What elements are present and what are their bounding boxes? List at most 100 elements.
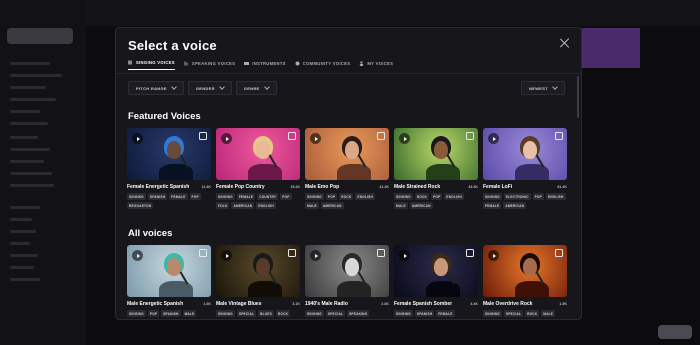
portrait-face — [167, 258, 181, 276]
voice-card[interactable]: Male Strained Rock 43.3K SINGING ROCK POP ENG… — [394, 128, 478, 209]
voice-tag: SINGING — [305, 193, 324, 200]
voice-name-row: Female Spanish Somber 4.4K — [394, 301, 478, 307]
filter-label: PITCH RANGE — [136, 85, 167, 91]
usage-count: 81.4K — [557, 185, 567, 189]
voice-tag: MALE — [305, 202, 319, 209]
tab-label: COMMUNITY VOICES — [302, 60, 351, 66]
background-button[interactable] — [658, 325, 692, 339]
voice-tag: SPANISH — [147, 193, 168, 200]
tab-my-voices[interactable]: MY VOICES — [359, 60, 393, 70]
select-checkbox[interactable] — [288, 132, 296, 140]
play-icon[interactable] — [399, 133, 410, 144]
portrait-face — [345, 141, 359, 159]
voice-tag: POP — [431, 193, 443, 200]
voice-card[interactable]: Female LoFi 81.4K SINGING ELECTRONIC POP ENGL… — [483, 128, 567, 209]
voice-tag: ROCK — [339, 193, 354, 200]
genre-dropdown[interactable]: GENRE — [235, 81, 277, 95]
voice-thumbnail — [305, 128, 389, 180]
filter-bar: PITCH RANGE GENDER GENRE — [128, 81, 277, 95]
app-top-bar — [86, 0, 700, 26]
tab-speaking-voices[interactable]: SPEAKING VOICES — [184, 60, 235, 70]
voice-tabs: SINGING VOICES SPEAKING VOICES INSTRUMEN… — [128, 60, 393, 70]
select-checkbox[interactable] — [466, 132, 474, 140]
voice-thumbnail — [394, 128, 478, 180]
voice-name: Female Energetic Spanish — [127, 184, 190, 190]
play-icon[interactable] — [221, 133, 232, 144]
voice-card[interactable]: Male Vintage Blues 3.1K SINGING SPECIAL BLUE… — [216, 245, 300, 317]
voice-name: Male Vintage Blues — [216, 301, 262, 307]
play-icon[interactable] — [310, 133, 321, 144]
usage-count: 1.6K — [203, 302, 211, 306]
voice-name-row: Female LoFi 81.4K — [483, 184, 567, 190]
voice-card[interactable]: Male Energetic Spanish 1.6K SINGING POP SPAN… — [127, 245, 211, 317]
filter-label: GENDER — [195, 85, 215, 91]
play-icon[interactable] — [132, 250, 143, 261]
select-checkbox[interactable] — [199, 132, 207, 140]
voice-tag: POP — [147, 310, 160, 317]
close-icon[interactable] — [559, 37, 571, 49]
tag-list: SINGING POP SPANISH MALE — [127, 310, 211, 317]
voice-name: Male Emo Pop — [305, 184, 340, 190]
voice-tag: SPANISH — [414, 310, 435, 317]
voice-thumbnail — [127, 245, 211, 297]
voice-tag: COUNTRY — [257, 193, 279, 200]
voice-card[interactable]: Female Pop Country 19.2K SINGING FEMALE COUN… — [216, 128, 300, 209]
voice-thumbnail — [305, 245, 389, 297]
voice-card[interactable]: Female Energetic Spanish 11.4K SINGING SPAN… — [127, 128, 211, 209]
pitch-range-dropdown[interactable]: PITCH RANGE — [128, 81, 184, 95]
voice-tag: REGGAETON — [127, 202, 154, 209]
tab-singing-voices[interactable]: SINGING VOICES — [128, 60, 175, 70]
select-checkbox[interactable] — [377, 132, 385, 140]
select-checkbox[interactable] — [555, 249, 563, 257]
voice-tag: ELECTRONIC — [503, 193, 531, 200]
portrait-face — [434, 141, 448, 159]
voice-tag: SINGING — [394, 310, 413, 317]
voice-tag: POP — [325, 193, 338, 200]
tab-label: INSTRUMENTS — [252, 60, 286, 66]
select-checkbox[interactable] — [555, 132, 563, 140]
voice-name: Male Energetic Spanish — [127, 301, 184, 307]
tag-list: SINGING SPANISH FEMALE POP REGGAETON — [127, 193, 211, 209]
portrait-face — [523, 258, 537, 276]
play-icon[interactable] — [132, 133, 143, 144]
featured-voices-heading: Featured Voices — [128, 111, 201, 122]
voice-tag: SPECIAL — [325, 310, 346, 317]
tab-label: SPEAKING VOICES — [191, 60, 236, 66]
select-checkbox[interactable] — [466, 249, 474, 257]
voice-name: 1940's Male Radio — [305, 301, 348, 307]
modal-title: Select a voice — [128, 38, 217, 53]
portrait-face — [345, 258, 359, 276]
voice-thumbnail — [216, 128, 300, 180]
voice-tag: ROCK — [525, 310, 540, 317]
voice-tag: FOLK — [216, 202, 230, 209]
voice-thumbnail — [394, 245, 478, 297]
select-checkbox[interactable] — [288, 249, 296, 257]
portrait-face — [434, 258, 448, 276]
voice-thumbnail — [216, 245, 300, 297]
play-icon[interactable] — [310, 250, 321, 261]
modal-scrollbar[interactable] — [577, 76, 579, 118]
voice-card[interactable]: 1940's Male Radio 2.6K SINGING SPECIAL SPEAK… — [305, 245, 389, 317]
voice-tag: SPANISH — [161, 310, 181, 317]
voice-tag: ENGLISH — [444, 193, 464, 200]
play-icon[interactable] — [488, 133, 499, 144]
sort-dropdown[interactable]: NEWEST — [521, 81, 565, 95]
globe-icon — [295, 61, 300, 65]
sidebar-button[interactable] — [7, 28, 73, 44]
gender-dropdown[interactable]: GENDER — [187, 81, 232, 95]
play-icon[interactable] — [488, 250, 499, 261]
select-checkbox[interactable] — [199, 249, 207, 257]
play-icon[interactable] — [399, 250, 410, 261]
play-icon[interactable] — [221, 250, 232, 261]
voice-tag: SINGING — [394, 193, 413, 200]
tag-list: SINGING SPECIAL BLUES ROCK — [216, 310, 300, 317]
voice-name-row: Female Pop Country 19.2K — [216, 184, 300, 190]
voice-card[interactable]: Male Overdrive Rock 1.5K SINGING SPECIAL ROC… — [483, 245, 567, 317]
tab-instruments[interactable]: INSTRUMENTS — [244, 60, 286, 70]
voice-card[interactable]: Female Spanish Somber 4.4K SINGING SPANISH F… — [394, 245, 478, 317]
voice-card[interactable]: Male Emo Pop 41.2K SINGING POP ROCK ENGLISH MA… — [305, 128, 389, 209]
portrait-face — [167, 141, 181, 159]
select-checkbox[interactable] — [377, 249, 385, 257]
tab-community-voices[interactable]: COMMUNITY VOICES — [295, 60, 351, 70]
usage-count: 19.2K — [290, 185, 300, 189]
